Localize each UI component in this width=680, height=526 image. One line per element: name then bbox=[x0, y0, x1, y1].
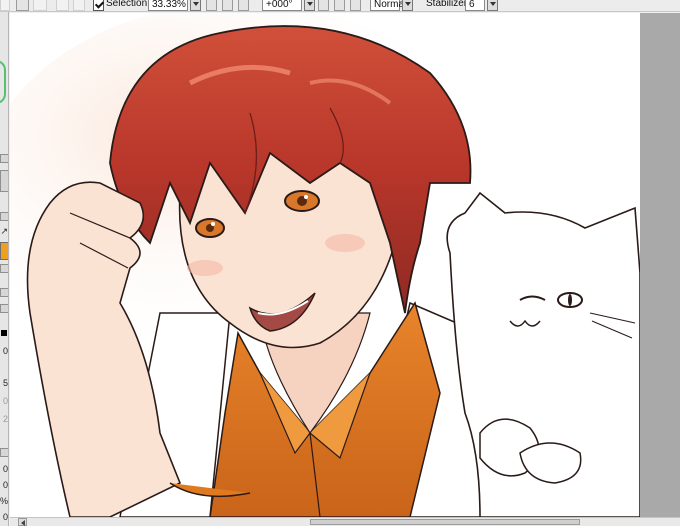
side-panel-gray bbox=[640, 13, 680, 517]
blush-left bbox=[187, 260, 223, 276]
zoom-in-icon[interactable] bbox=[222, 0, 233, 11]
blend-mode-field[interactable]: Normal bbox=[370, 0, 406, 11]
undo-icon[interactable] bbox=[0, 0, 10, 11]
zoom-out-icon[interactable] bbox=[206, 0, 217, 11]
brush-size-value: 5 bbox=[2, 378, 8, 388]
stabilizer-label: Stabilizer bbox=[426, 0, 468, 9]
tool-button[interactable] bbox=[0, 288, 8, 297]
background-color-swatch[interactable] bbox=[1, 330, 7, 336]
invert-selection-icon[interactable] bbox=[73, 0, 85, 11]
cat-pupil bbox=[568, 294, 572, 306]
brush-size-value: 0 bbox=[2, 464, 8, 474]
deselect-icon[interactable] bbox=[33, 0, 47, 11]
flip-icon[interactable] bbox=[402, 0, 413, 11]
zoom-field[interactable]: 33.33% bbox=[148, 0, 188, 11]
eye-highlight-right bbox=[304, 195, 308, 199]
tool-panel-strip: ↗ 0 5 0 2 0 0 % 0 bbox=[0, 12, 9, 526]
color-wheel-edge[interactable] bbox=[0, 60, 6, 104]
tool-button[interactable] bbox=[0, 304, 8, 313]
eye-highlight-left bbox=[211, 222, 215, 226]
opacity-unit: % bbox=[0, 496, 8, 506]
stabilizer-dropdown-icon[interactable] bbox=[487, 0, 498, 11]
zoom-dropdown-icon[interactable] bbox=[190, 0, 201, 11]
tool-button[interactable] bbox=[0, 212, 8, 221]
scroll-left-icon[interactable] bbox=[18, 518, 27, 526]
rotate-left-icon[interactable] bbox=[318, 0, 329, 11]
rotation-dropdown-icon[interactable] bbox=[304, 0, 315, 11]
top-toolbar: Selection 33.33% +000° Normal Stabilizer… bbox=[0, 0, 680, 12]
tool-button[interactable] bbox=[0, 154, 8, 163]
blush-right bbox=[325, 234, 365, 252]
rotation-field[interactable]: +000° bbox=[262, 0, 302, 11]
scrollbar-thumb[interactable] bbox=[310, 519, 580, 525]
selection-label: Selection bbox=[106, 0, 148, 9]
tool-button[interactable] bbox=[0, 448, 8, 457]
zoom-reset-icon[interactable] bbox=[238, 0, 249, 11]
tool-button[interactable] bbox=[0, 264, 8, 273]
artwork bbox=[10, 13, 640, 517]
rotate-right-icon[interactable] bbox=[334, 0, 345, 11]
rotate-reset-icon[interactable] bbox=[350, 0, 361, 11]
drawing-canvas[interactable] bbox=[10, 13, 640, 517]
stabilizer-field[interactable]: 6 bbox=[465, 0, 485, 11]
redo-icon[interactable] bbox=[16, 0, 29, 11]
tool-button[interactable] bbox=[0, 170, 8, 192]
brush-size-value: 0 bbox=[2, 346, 8, 356]
foreground-color-swatch[interactable] bbox=[0, 242, 8, 260]
brush-size-value: 0 bbox=[2, 512, 8, 522]
select-all-icon[interactable] bbox=[56, 0, 69, 11]
arrow-icon: ↗ bbox=[0, 226, 8, 236]
brush-size-value: 0 bbox=[2, 480, 8, 490]
horizontal-scrollbar[interactable] bbox=[10, 517, 680, 526]
brush-size-value: 2 bbox=[2, 414, 8, 424]
brush-size-value: 0 bbox=[2, 396, 8, 406]
selection-checkbox[interactable] bbox=[93, 0, 104, 11]
